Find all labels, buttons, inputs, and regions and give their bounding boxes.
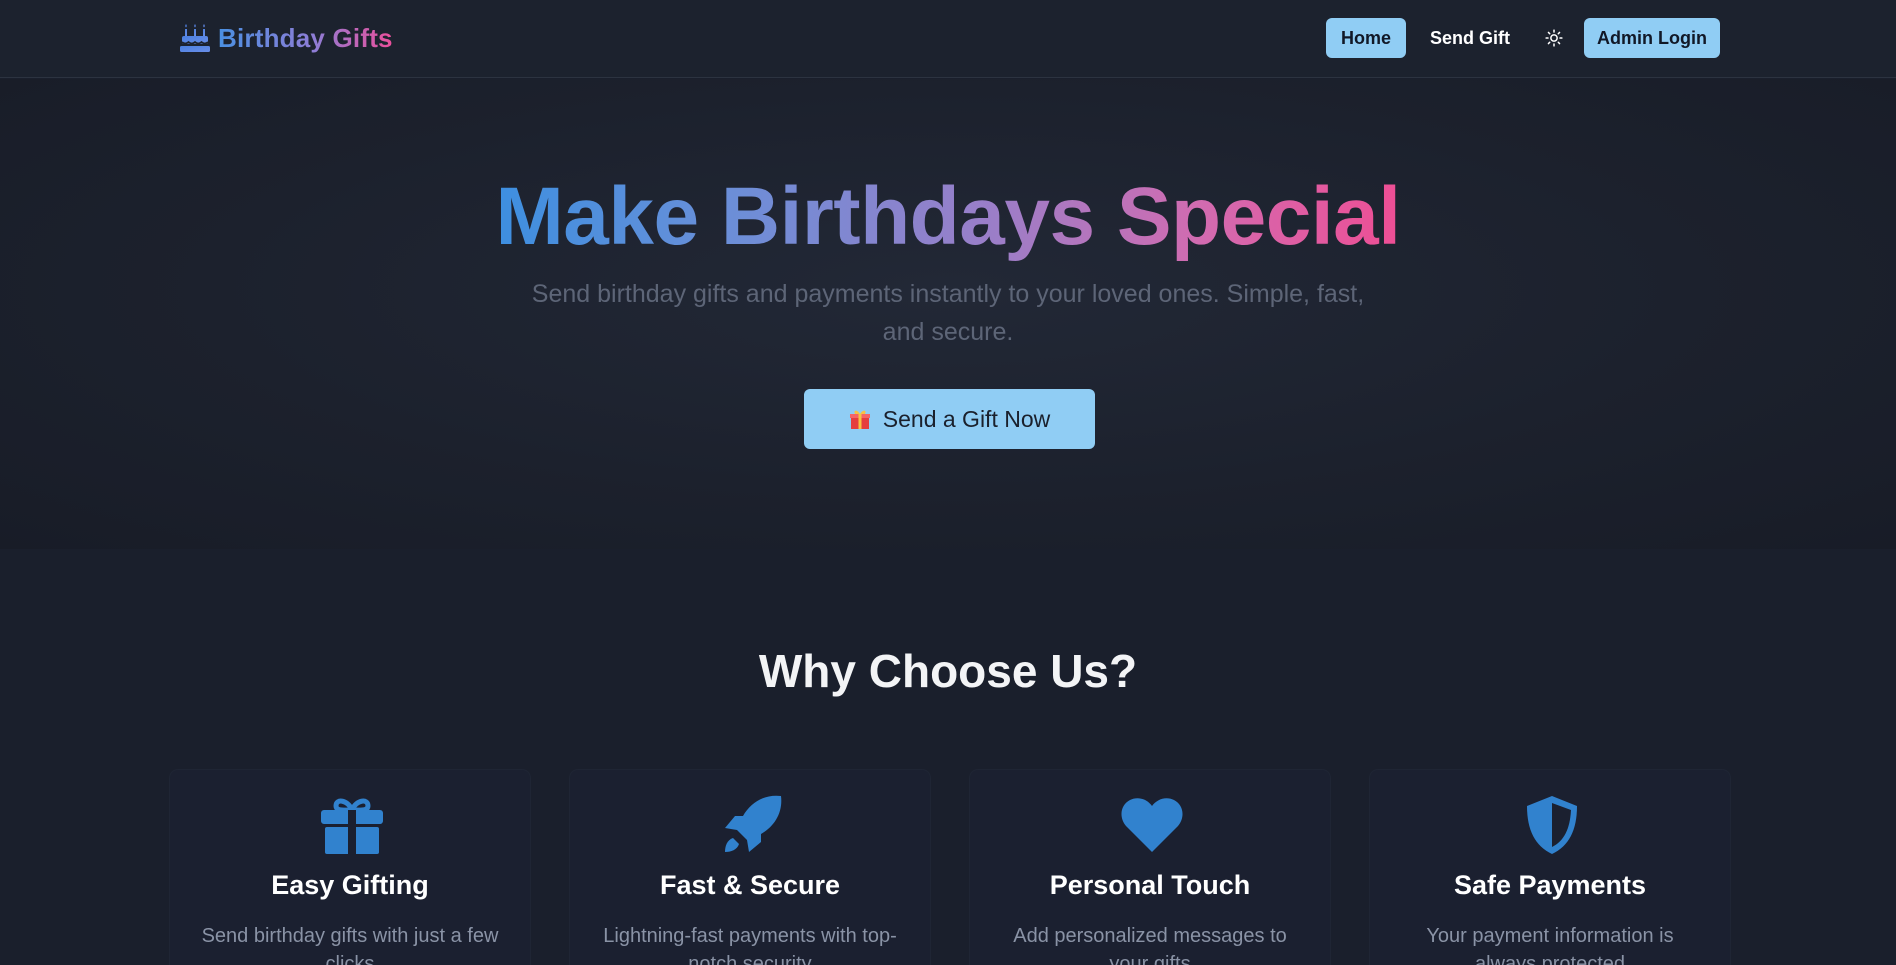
brand-name: Birthday Gifts bbox=[218, 22, 393, 53]
feature-card-fast-secure: Fast & Secure Lightning-fast payments wi… bbox=[570, 770, 930, 965]
card-title: Safe Payments bbox=[1453, 870, 1647, 900]
gift-icon bbox=[320, 794, 384, 856]
nav-send-gift-link[interactable]: Send Gift bbox=[1422, 18, 1518, 58]
card-description: Your payment information is always prote… bbox=[1426, 925, 1674, 965]
navbar: Birthday Gifts Home Send Gift Admin Logi… bbox=[0, 0, 1896, 78]
card-title: Personal Touch bbox=[1049, 870, 1251, 900]
feature-card-safe-payments: Safe Payments Your payment information i… bbox=[1370, 770, 1730, 965]
send-gift-now-label: Send a Gift Now bbox=[882, 405, 1051, 432]
sun-icon bbox=[1545, 29, 1563, 47]
birthday-cake-icon bbox=[180, 24, 210, 52]
hero-title-text: Make Birthdays Special bbox=[495, 171, 1401, 262]
theme-toggle-button[interactable] bbox=[1540, 24, 1568, 52]
shield-icon bbox=[1520, 794, 1584, 856]
card-title: Easy Gifting bbox=[271, 870, 429, 900]
hero-title: Make Birthdays Special bbox=[0, 167, 1896, 267]
card-description: Send birthday gifts with just a few clic… bbox=[201, 925, 499, 965]
admin-login-button[interactable]: Admin Login bbox=[1584, 18, 1720, 58]
nav-home-button[interactable]: Home bbox=[1326, 18, 1406, 58]
brand-link[interactable]: Birthday Gifts bbox=[180, 20, 393, 56]
card-description: Lightning-fast payments with top-notch s… bbox=[603, 925, 897, 965]
rocket-icon bbox=[720, 794, 784, 856]
card-title: Fast & Secure bbox=[659, 870, 841, 900]
hero-section: Make Birthdays Special Send birthday gif… bbox=[0, 79, 1896, 549]
card-description: Add personalized messages to your gifts bbox=[1013, 925, 1287, 965]
why-choose-us-title: Why Choose Us? bbox=[758, 645, 1138, 697]
feature-card-personal-touch: Personal Touch Add personalized messages… bbox=[970, 770, 1330, 965]
hero-subtitle: Send birthday gifts and payments instant… bbox=[531, 280, 1365, 346]
send-gift-now-button[interactable]: Send a Gift Now bbox=[804, 389, 1095, 449]
heart-icon bbox=[1120, 794, 1184, 856]
feature-card-easy-gifting: Easy Gifting Send birthday gifts with ju… bbox=[170, 770, 530, 965]
wrapped-gift-icon bbox=[849, 410, 870, 429]
